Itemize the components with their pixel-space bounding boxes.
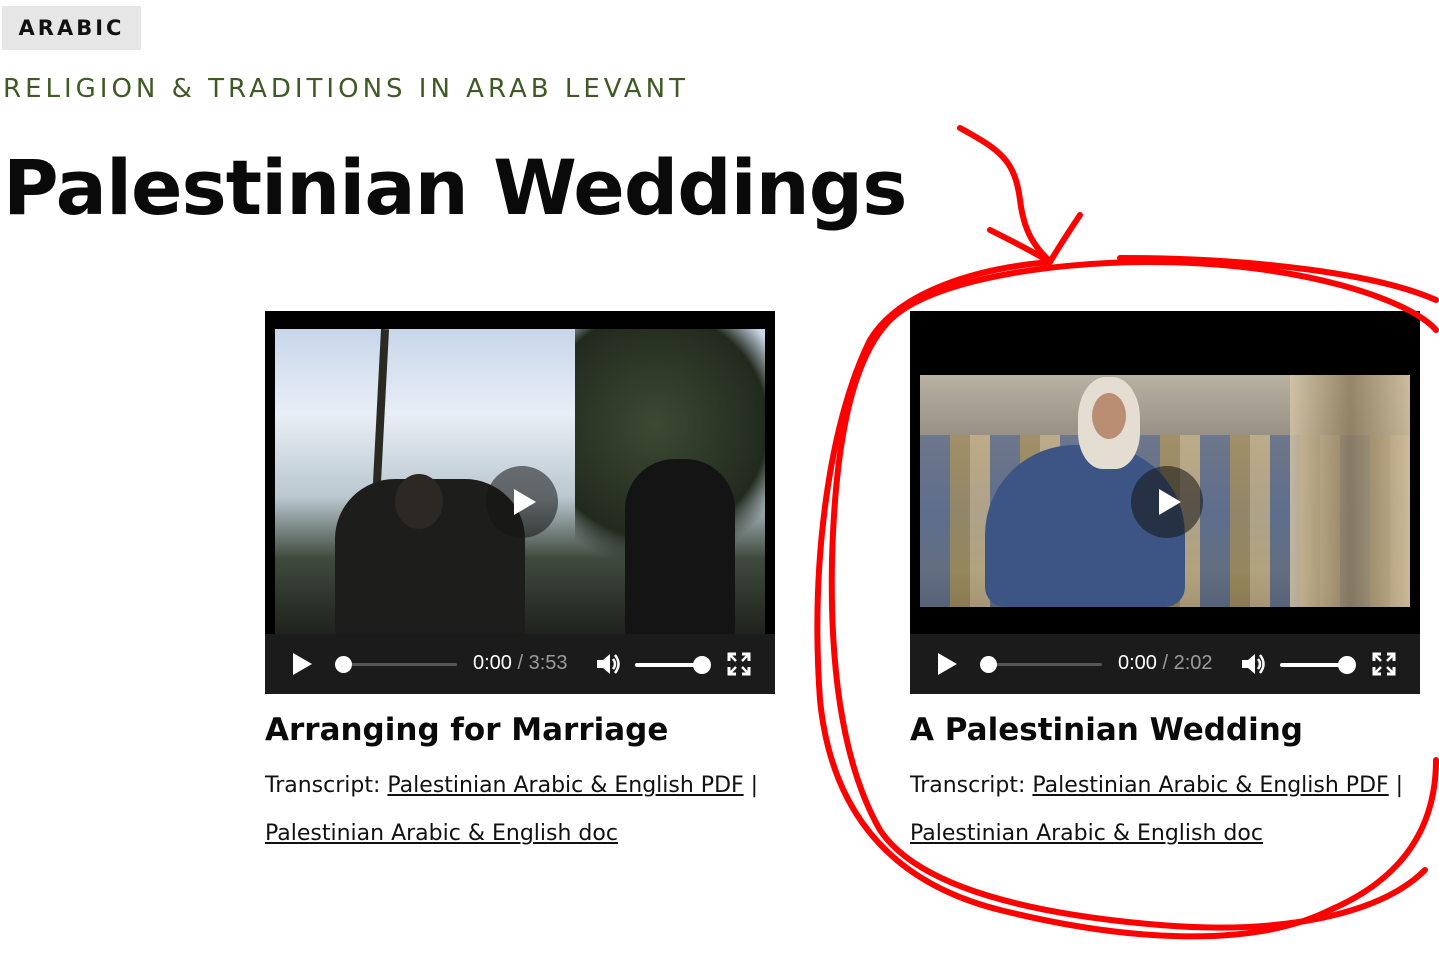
video-title: Arranging for Marriage [265, 712, 669, 748]
transcript-links: Transcript: Palestinian Arabic & English… [910, 762, 1430, 858]
time-display: 0:00 / 3:53 [473, 652, 568, 675]
progress-bar[interactable] [980, 656, 1102, 673]
progress-knob[interactable] [335, 656, 352, 673]
doc-transcript-link[interactable]: Palestinian Arabic & English doc [265, 821, 618, 846]
category-label[interactable]: RELIGION & TRADITIONS IN ARAB LEVANT [3, 74, 689, 104]
transcript-label: Transcript: [265, 773, 381, 798]
volume-slider[interactable] [1280, 656, 1356, 674]
big-play-button[interactable] [486, 466, 558, 538]
play-icon[interactable] [938, 653, 957, 675]
time-display: 0:00 / 2:02 [1118, 652, 1213, 675]
language-tag[interactable]: ARABIC [2, 6, 141, 50]
big-play-button[interactable] [1131, 466, 1203, 538]
video-controls: 0:00 / 3:53 [265, 634, 775, 694]
fullscreen-icon[interactable] [727, 652, 751, 676]
video-card-arranging-for-marriage: 0:00 / 3:53 Arranging for Marriage Trans… [265, 311, 775, 858]
duration: 2:02 [1173, 652, 1213, 674]
video-title: A Palestinian Wedding [910, 712, 1303, 748]
play-icon[interactable] [293, 653, 312, 675]
video-player[interactable]: 0:00 / 2:02 [910, 311, 1420, 694]
current-time: 0:00 [1118, 652, 1157, 674]
volume-icon[interactable] [595, 652, 621, 676]
current-time: 0:00 [473, 652, 512, 674]
duration: 3:53 [528, 652, 568, 674]
play-icon [1159, 489, 1181, 515]
volume-icon[interactable] [1240, 652, 1266, 676]
fullscreen-icon[interactable] [1372, 652, 1396, 676]
pdf-transcript-link[interactable]: Palestinian Arabic & English PDF [1032, 773, 1388, 798]
doc-transcript-link[interactable]: Palestinian Arabic & English doc [910, 821, 1263, 846]
video-card-a-palestinian-wedding: 0:00 / 2:02 A Palestinian Wedding Transc… [910, 311, 1420, 858]
video-player[interactable]: 0:00 / 3:53 [265, 311, 775, 694]
volume-slider[interactable] [635, 656, 711, 674]
play-icon [514, 489, 536, 515]
volume-knob[interactable] [693, 656, 711, 674]
video-controls: 0:00 / 2:02 [910, 634, 1420, 694]
volume-knob[interactable] [1338, 656, 1356, 674]
link-divider: | [1395, 773, 1404, 798]
page-title: Palestinian Weddings [3, 143, 907, 232]
time-separator: / [517, 652, 524, 674]
progress-bar[interactable] [335, 656, 457, 673]
progress-knob[interactable] [980, 656, 997, 673]
link-divider: | [750, 773, 759, 798]
pdf-transcript-link[interactable]: Palestinian Arabic & English PDF [387, 773, 743, 798]
time-separator: / [1162, 652, 1169, 674]
transcript-links: Transcript: Palestinian Arabic & English… [265, 762, 785, 858]
transcript-label: Transcript: [910, 773, 1026, 798]
